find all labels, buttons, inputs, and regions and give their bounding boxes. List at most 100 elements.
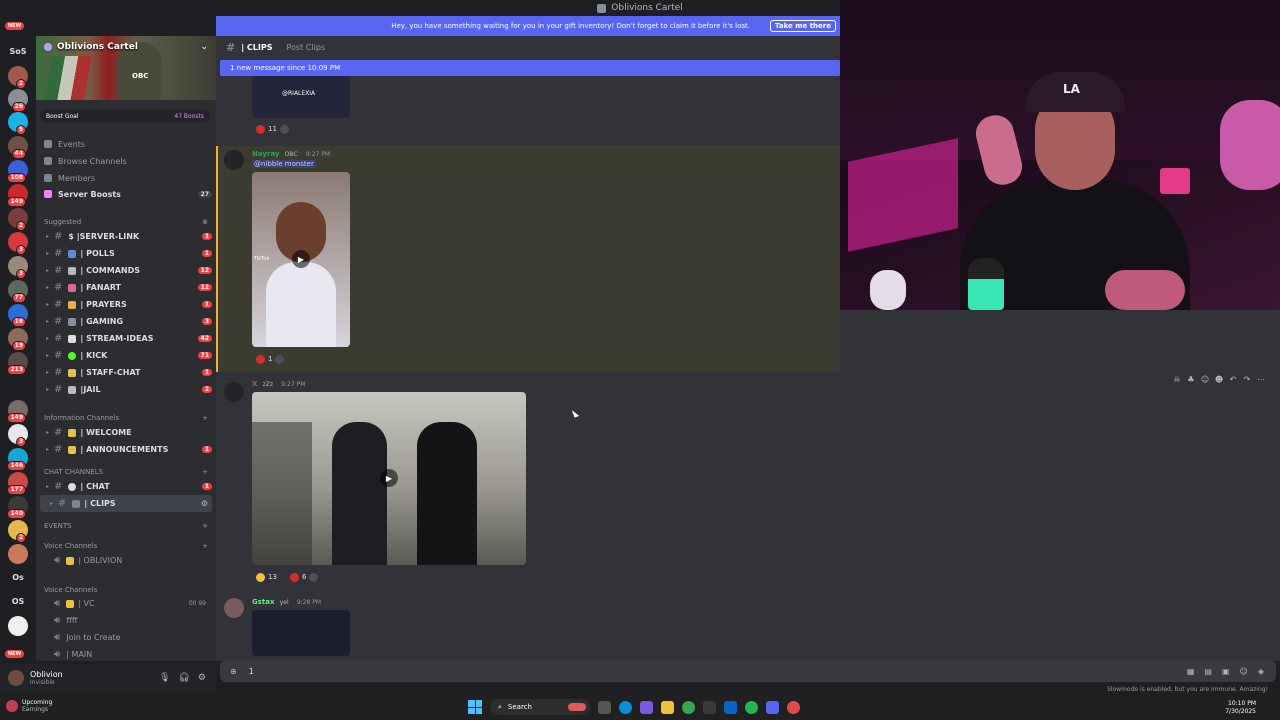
- server-icon[interactable]: [8, 544, 28, 564]
- channel-gaming[interactable]: ▸ # | GAMING 3: [36, 313, 212, 330]
- chrome-icon[interactable]: [682, 700, 695, 714]
- plus-icon[interactable]: +: [202, 522, 208, 530]
- video-thumbnail[interactable]: [252, 610, 350, 656]
- plus-icon[interactable]: +: [202, 542, 208, 550]
- avatar[interactable]: [224, 382, 244, 402]
- channel-commands[interactable]: ▸ # | COMMANDS 12: [36, 262, 212, 279]
- new-pill-bottom[interactable]: NEW: [5, 650, 25, 658]
- server-name[interactable]: Oblivions Cartel: [44, 42, 138, 52]
- system-clock[interactable]: 10:10 PM 7/30/2025: [1225, 700, 1256, 716]
- copilot-icon[interactable]: [640, 700, 653, 714]
- file-explorer-icon[interactable]: [661, 700, 674, 714]
- store-icon[interactable]: [703, 700, 716, 714]
- user-mention[interactable]: @nibble monster: [252, 160, 316, 168]
- server-icon[interactable]: 108: [7, 160, 28, 183]
- new-pill[interactable]: NEW: [5, 22, 25, 30]
- server-icon[interactable]: 3: [8, 232, 28, 255]
- taskbar-search[interactable]: ⌕ Search: [490, 699, 590, 715]
- gif-icon[interactable]: ▤: [1204, 667, 1212, 676]
- avatar[interactable]: [8, 670, 24, 686]
- chevron-down-icon[interactable]: ⌄: [200, 42, 208, 52]
- message-input[interactable]: ⊕ 1 ▦ ▤ ▣ ☺ ◈: [220, 660, 1276, 682]
- server-icon[interactable]: 19: [8, 328, 28, 351]
- channel-clips[interactable]: ▸ # | CLIPS ⚙: [40, 495, 212, 512]
- channel-kick[interactable]: ▸ # | KICK 71: [36, 347, 212, 364]
- channel-chat[interactable]: ▸ # | CHAT 1: [36, 478, 212, 495]
- section-suggested[interactable]: Suggested ⊗: [44, 218, 208, 226]
- emoji-icon[interactable]: ☺: [1240, 667, 1248, 676]
- server-icon[interactable]: 77: [8, 280, 28, 303]
- video-thumbnail[interactable]: ▶: [252, 392, 526, 565]
- menu-browse-channels[interactable]: Browse Channels: [44, 153, 212, 169]
- microphone-icon[interactable]: 🎙︎: [159, 673, 170, 683]
- voice-main[interactable]: 🔊︎ | MAIN: [36, 646, 212, 663]
- reaction-button[interactable]: 6: [290, 571, 319, 583]
- server-icon[interactable]: 44: [8, 136, 28, 159]
- apps-icon[interactable]: ◈: [1258, 667, 1264, 676]
- gear-icon[interactable]: ⚙: [198, 673, 206, 683]
- forward-icon[interactable]: ↷: [1242, 374, 1252, 384]
- plant-emoji-icon[interactable]: ♣: [1186, 374, 1196, 384]
- section-events[interactable]: EVENTS +: [44, 522, 208, 530]
- play-icon[interactable]: ▶: [380, 469, 398, 487]
- reply-icon[interactable]: ↶: [1228, 374, 1238, 384]
- server-icon[interactable]: 2: [8, 208, 28, 231]
- server-icon[interactable]: 213: [7, 352, 28, 375]
- server-icon[interactable]: [8, 616, 28, 636]
- voice-oblivion[interactable]: 🔊︎ | OBLIVION: [36, 552, 212, 569]
- plus-icon[interactable]: +: [202, 468, 208, 476]
- server-icon[interactable]: 5: [8, 112, 28, 135]
- more-icon[interactable]: ⋯: [1256, 374, 1266, 384]
- avatar[interactable]: [224, 150, 244, 170]
- reaction-button[interactable]: 11: [256, 123, 289, 135]
- channel-jail[interactable]: ▸ # |JAIL 2: [36, 381, 212, 398]
- channel-polls[interactable]: ▸ # | POLLS 1: [36, 245, 212, 262]
- server-icon[interactable]: 2: [8, 520, 28, 543]
- menu-events[interactable]: Events: [44, 136, 212, 152]
- reaction-button[interactable]: 1: [256, 353, 285, 365]
- section-information[interactable]: Information Channels +: [44, 414, 208, 422]
- voice-ffff[interactable]: 🔊︎ ffff: [36, 612, 212, 629]
- section-voice-1[interactable]: Voice Channels +: [44, 542, 208, 550]
- server-icon[interactable]: 2: [8, 66, 28, 89]
- server-icon[interactable]: 149: [7, 400, 28, 423]
- channel-welcome[interactable]: ▸ # | WELCOME: [36, 424, 212, 441]
- new-message-bar[interactable]: 1 new message since 10:09 PM: [220, 60, 840, 76]
- headphones-icon[interactable]: 🎧︎: [178, 673, 189, 683]
- plus-icon[interactable]: +: [202, 414, 208, 422]
- boost-goal-bar[interactable]: Boost Goal 47 Boosts: [40, 110, 210, 122]
- server-icon[interactable]: 149: [7, 184, 28, 207]
- channel-fanart[interactable]: ▸ # | FANART 12: [36, 279, 212, 296]
- server-icon[interactable]: 3: [8, 256, 28, 279]
- server-icon[interactable]: 3: [8, 424, 28, 447]
- channel-server-link[interactable]: ▸ # $ |SERVER-LINK 1: [36, 228, 212, 245]
- laugh-emoji-icon[interactable]: ☺: [1200, 374, 1210, 384]
- gift-icon[interactable]: ▦: [1187, 667, 1195, 676]
- play-icon[interactable]: ▶: [292, 250, 310, 268]
- avatar[interactable]: [224, 598, 244, 618]
- server-icon[interactable]: 16: [8, 304, 28, 327]
- server-icon[interactable]: 26: [8, 89, 28, 112]
- add-attachment-icon[interactable]: ⊕: [230, 667, 237, 676]
- server-icon[interactable]: 140: [7, 496, 28, 519]
- weather-widget[interactable]: Upcoming Earnings: [6, 699, 52, 713]
- channel-prayers[interactable]: ▸ # | PRAYERS 1: [36, 296, 212, 313]
- close-icon[interactable]: ⊗: [202, 218, 208, 226]
- obs-icon[interactable]: [787, 700, 800, 714]
- server-sos[interactable]: SoS: [8, 42, 28, 62]
- reaction-button[interactable]: 13: [256, 571, 277, 583]
- voice-vc[interactable]: 🔊︎ | VC 00 99: [36, 595, 212, 612]
- menu-server-boosts[interactable]: Server Boosts 27: [44, 186, 212, 202]
- task-view-icon[interactable]: [598, 700, 611, 714]
- windows-start-icon[interactable]: [468, 700, 482, 714]
- section-voice-2[interactable]: Voice Channels: [44, 586, 208, 594]
- take-me-there-button[interactable]: Take me there: [769, 20, 836, 32]
- server-os-2[interactable]: OS: [8, 592, 28, 612]
- server-os[interactable]: Os: [8, 568, 28, 588]
- voice-join-to-create[interactable]: 🔊︎ Join to Create: [36, 629, 212, 646]
- spotify-icon[interactable]: [745, 700, 758, 714]
- video-thumbnail[interactable]: @RIALEXIA: [252, 76, 350, 118]
- sticker-icon[interactable]: ▣: [1222, 667, 1230, 676]
- add-reaction-icon[interactable]: ☻: [1214, 374, 1224, 384]
- server-icon[interactable]: 177: [7, 472, 28, 495]
